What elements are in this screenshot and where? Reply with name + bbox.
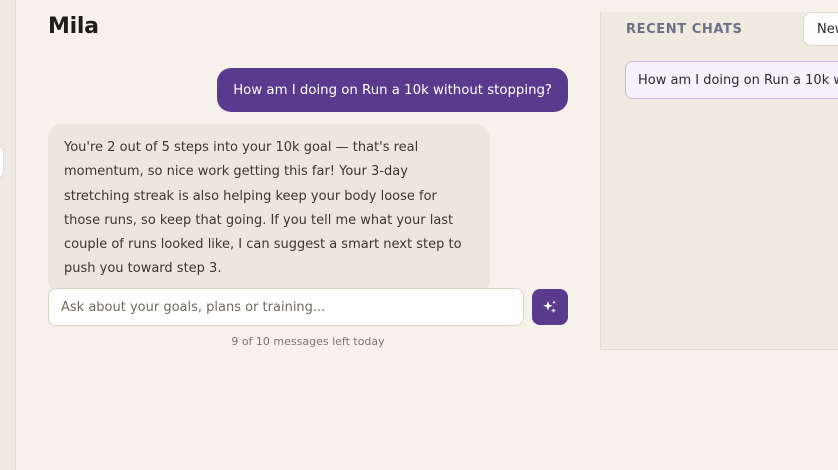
user-message-text: How am I doing on Run a 10k without stop…: [233, 82, 552, 98]
sidebar-toggle-handle[interactable]: [0, 146, 4, 178]
new-chat-button[interactable]: New: [803, 12, 838, 46]
left-sidebar-rail: [0, 0, 16, 470]
recent-chats-heading: RECENT CHATS: [626, 22, 743, 37]
chat-input[interactable]: [48, 288, 524, 326]
recent-chats-panel: RECENT CHATS New How am I doing on Run a…: [600, 12, 838, 350]
recent-chat-item[interactable]: How am I doing on Run a 10k without stop…: [625, 61, 838, 99]
send-button[interactable]: [532, 289, 568, 325]
assistant-name: Mila: [48, 14, 99, 39]
assistant-message-text: You're 2 out of 5 steps into your 10k go…: [64, 140, 462, 277]
sparkle-icon: [543, 300, 556, 313]
recent-chat-label: How am I doing on Run a 10k without stop…: [638, 72, 838, 88]
user-message-bubble: How am I doing on Run a 10k without stop…: [217, 68, 568, 112]
new-chat-label: New: [817, 21, 838, 37]
assistant-message-bubble: You're 2 out of 5 steps into your 10k go…: [48, 124, 490, 294]
message-quota: 9 of 10 messages left today: [231, 335, 385, 348]
